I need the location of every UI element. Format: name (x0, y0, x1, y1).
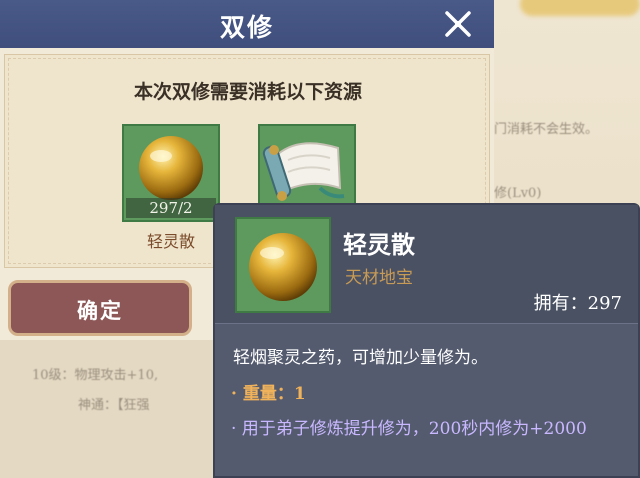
background-text-2: 修(Lv0) (494, 186, 542, 201)
background-gold-bar (520, 0, 640, 16)
tooltip-weight: · 重量：1 (231, 384, 306, 404)
consume-description: 本次双修需要消耗以下资源 (133, 81, 362, 103)
tooltip-header: 轻灵散 天材地宝 拥有：297 (215, 205, 638, 324)
tooltip-item-slot (235, 217, 331, 313)
background-text-4: 神通：【狂强 (78, 398, 150, 413)
tooltip-item-category: 天材地宝 (345, 268, 413, 288)
dialog-header: 双修 (0, 0, 494, 48)
resource-slot-pill[interactable]: 297/2 (122, 124, 220, 222)
tooltip-effect: · 用于弟子修炼提升修为，200秒内修为+2000 (231, 419, 587, 439)
tooltip-item-name: 轻灵散 (343, 230, 415, 259)
close-button[interactable] (440, 6, 476, 42)
golden-pill-icon (139, 136, 203, 200)
confirm-button-label: 确定 (77, 298, 123, 323)
confirm-button[interactable]: 确定 (8, 280, 192, 336)
item-tooltip: 轻灵散 天材地宝 拥有：297 轻烟聚灵之药，可增加少量修为。 · 重量：1 ·… (213, 203, 640, 478)
background-text-3: 10级：物理攻击+10, (32, 368, 159, 383)
golden-pill-icon (249, 233, 317, 301)
tooltip-owned-count: 拥有：297 (533, 293, 622, 314)
dialog-title: 双修 (219, 13, 274, 42)
scroll-icon (262, 142, 345, 201)
resource-name: 轻灵散 (146, 232, 195, 251)
tooltip-description: 轻烟聚灵之药，可增加少量修为。 (233, 348, 488, 368)
resource-count: 297/2 (126, 198, 216, 218)
background-text-1: 门消耗不会生效。 (494, 122, 599, 137)
close-icon (445, 11, 471, 37)
